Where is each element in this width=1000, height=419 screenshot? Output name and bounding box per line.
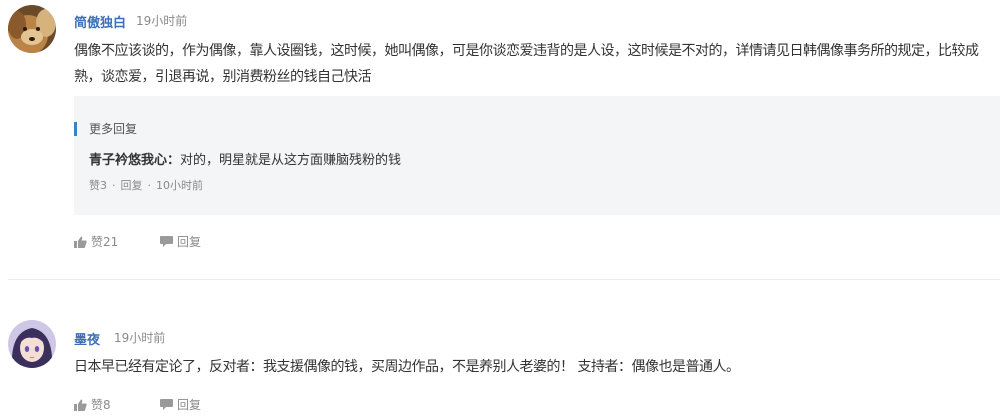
reply-label: 回复 [177,398,202,412]
separator-dot: · [112,179,116,192]
comment-time: 19小时前 [114,331,166,345]
speech-bubble-icon [160,235,173,247]
more-replies-label: 更多回复 [89,122,138,136]
reply-item: 青子衿悠我心：对的，明星就是从这方面赚脑残粉的钱 [89,149,401,168]
reply-box: 更多回复 青子衿悠我心：对的，明星就是从这方面赚脑残粉的钱 赞3 · 回复 · 10小时… [74,96,1000,215]
reply-label: 回复 [177,235,202,249]
more-replies-title[interactable]: 更多回复 [74,122,137,136]
like-count: 赞8 [91,398,111,412]
thumbs-up-icon [74,236,87,248]
reply-username[interactable]: 青子衿悠我心： [89,153,180,168]
reply-meta: 赞3 · 回复 · 10小时前 [89,177,203,193]
avatar[interactable] [8,5,56,53]
like-button[interactable]: 赞21 [74,233,118,250]
thumbs-up-icon [74,399,87,411]
avatar[interactable] [8,320,56,368]
reply-reply-button[interactable]: 回复 [121,177,143,193]
separator-dot: · [147,179,152,192]
reply-button[interactable]: 回复 [160,233,201,250]
comment-time: 19小时前 [136,14,188,28]
anime-girl-avatar-icon [8,320,56,368]
comment-text: 日本早已经有定论了，反对者：我支援偶像的钱，买周边作品，不是养别人老婆的！ 支持… [74,359,740,375]
speech-bubble-icon [160,398,173,410]
username[interactable]: 简傲独白 [74,12,126,31]
comment-item: 简傲独白 19小时前 偶像不应该谈的，作为偶像，靠人设圈钱，这时候，她叫偶像，可… [0,0,1000,279]
comment-text: 偶像不应该谈的，作为偶像，靠人设圈钱，这时候，她叫偶像，可是你谈恋爱违背的是人设… [74,43,979,85]
reply-time: 10小时前 [156,179,203,192]
comment-item: 墨夜 19小时前 日本早已经有定论了，反对者：我支援偶像的钱，买周边作品，不是养… [0,280,1000,419]
like-button[interactable]: 赞8 [74,396,111,413]
reply-text: 对的，明星就是从这方面赚脑残粉的钱 [180,153,402,168]
reply-button[interactable]: 回复 [160,396,201,413]
comment-list: 简傲独白 19小时前 偶像不应该谈的，作为偶像，靠人设圈钱，这时候，她叫偶像，可… [0,0,1000,419]
like-count: 赞21 [91,235,119,249]
reply-like-button[interactable]: 赞3 [89,177,107,193]
username[interactable]: 墨夜 [74,329,100,348]
dog-avatar-icon [8,5,56,53]
accent-bar [74,122,77,136]
